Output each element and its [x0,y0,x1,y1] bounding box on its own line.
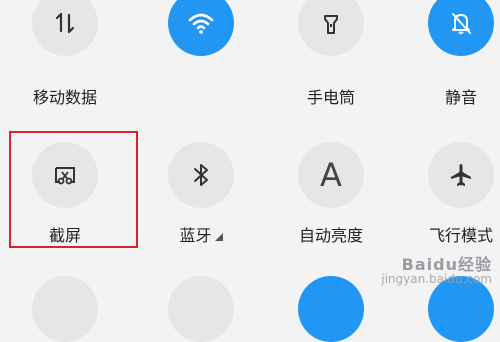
bluetooth-label: 蓝牙 [179,226,212,245]
wifi-icon [188,13,214,34]
watermark-url: jingyan.baidu.com [381,272,492,286]
tile-flashlight[interactable]: 手电筒 [266,0,396,130]
letter-a-icon: A [320,156,342,194]
tile-silent[interactable]: 静音 [396,0,500,130]
bell-off-icon [452,13,471,34]
airplane-label: 飞行模式 [428,226,493,245]
watermark-brand: Baidu经验 [401,255,492,274]
airplane-toggle[interactable] [428,142,494,208]
flashlight-toggle[interactable] [298,0,364,56]
bluetooth-label-row: 蓝牙 [136,226,266,246]
tile-wifi[interactable] [136,0,266,130]
mobile-data-icon [55,12,75,34]
tile-row3-2[interactable] [168,276,234,342]
auto-brightness-toggle[interactable]: A [298,142,364,208]
wifi-toggle[interactable] [168,0,234,56]
mobile-data-toggle[interactable] [32,0,98,56]
tile-mobile-data[interactable]: 移动数据 [0,0,130,130]
bluetooth-icon [194,164,208,186]
auto-brightness-label: 自动亮度 [298,226,363,245]
tile-row3-3[interactable] [298,276,364,342]
tile-bluetooth[interactable]: 蓝牙 [136,142,266,282]
mobile-data-label: 移动数据 [32,88,97,107]
silent-label: 静音 [444,88,477,107]
bluetooth-toggle[interactable] [168,142,234,208]
watermark: Baidu经验 jingyan.baidu.com [381,255,492,287]
flashlight-label: 手电筒 [306,88,355,107]
silent-toggle[interactable] [428,0,494,56]
expand-triangle-icon[interactable] [214,232,223,241]
flashlight-icon [324,15,338,34]
highlight-box [9,131,138,248]
tile-auto-brightness[interactable]: A 自动亮度 [266,142,396,282]
tile-row3-1[interactable] [32,276,98,342]
airplane-icon [451,164,471,186]
